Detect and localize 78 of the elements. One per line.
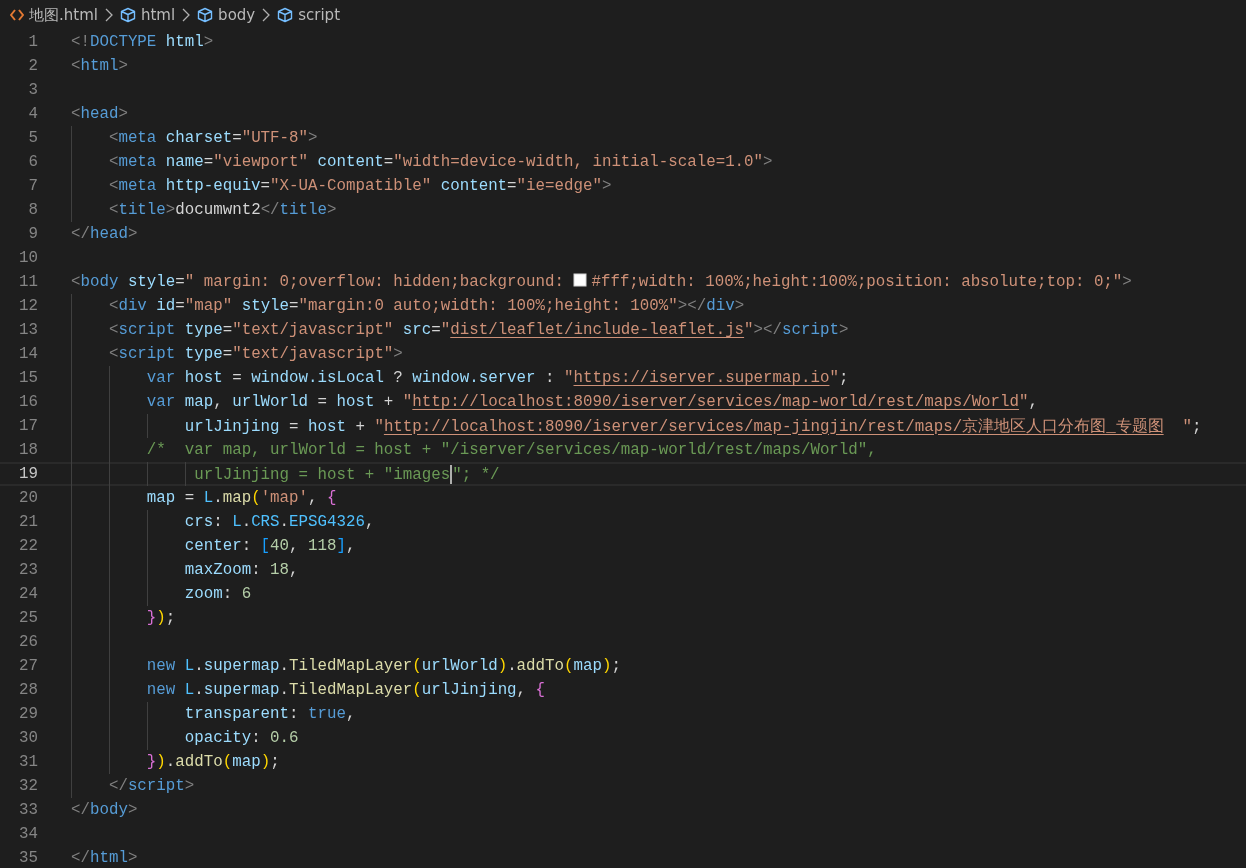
code-line: }).addTo(map); — [145, 753, 280, 771]
code-line: </html> — [71, 849, 138, 867]
code-line: <html> — [71, 57, 128, 75]
cube-icon — [119, 7, 136, 23]
line-number: 34 — [18, 825, 38, 843]
code-brackets-icon — [10, 9, 24, 21]
line-number: 2 — [27, 57, 38, 75]
cube-icon — [277, 7, 294, 23]
code-line: zoom: 6 — [183, 585, 252, 603]
breadcrumb-item[interactable]: html — [119, 6, 176, 24]
code-line: <div id="map" style="margin:0 auto;width: 100%;height: 100%"></div> — [107, 297, 745, 315]
code-line: maxZoom: 18, — [183, 561, 299, 579]
line-number: 22 — [18, 537, 38, 555]
line-number: 6 — [27, 153, 38, 171]
code-line: }); — [145, 609, 176, 627]
line-number: 13 — [18, 321, 38, 339]
line-number: 17 — [18, 417, 38, 435]
chevron-right-icon — [182, 8, 191, 22]
code-line: <head> — [71, 105, 128, 123]
line-number: 20 — [18, 489, 38, 507]
breadcrumb-item[interactable]: script — [277, 6, 341, 24]
code-line: urlJinjing = host + "images"; */ — [193, 464, 500, 484]
chevron-right-icon — [262, 8, 271, 22]
code-line: <meta name="viewport" content="width=device-width, initial-scale=1.0"> — [107, 153, 773, 171]
line-number: 16 — [18, 393, 38, 411]
line-number: 21 — [18, 513, 38, 531]
line-number: 4 — [27, 105, 38, 123]
line-number: 31 — [18, 753, 38, 771]
code-line: new L.supermap.TiledMapLayer(urlJinjing, { — [145, 681, 546, 699]
code-line: <script type="text/javascript"> — [107, 345, 403, 363]
line-number: 14 — [18, 345, 38, 363]
code-line: <body style=" margin: 0;overflow: hidden;background: #fff;width: 100%;height:100%;position: absolute;top: 0;"> — [71, 273, 1132, 291]
line-number: 24 — [18, 585, 38, 603]
code-line: </body> — [71, 801, 138, 819]
code-line: <title>documwnt2</title> — [107, 201, 337, 219]
cube-icon — [197, 7, 214, 23]
line-number: 29 — [18, 705, 38, 723]
line-number: 26 — [18, 633, 38, 651]
line-number: 5 — [27, 129, 38, 147]
code-line: map = L.map('map', { — [145, 489, 337, 507]
code-line: <!DOCTYPE html> — [71, 33, 214, 51]
line-number: 15 — [18, 369, 38, 387]
line-number: 12 — [18, 297, 38, 315]
code-line: var host = window.isLocal ? window.server : "https://iserver.supermap.io"; — [145, 369, 849, 387]
code-line: <script type="text/javascript" src="dist/leaflet/include-leaflet.js"></script> — [107, 321, 849, 339]
color-swatch-icon — [573, 273, 588, 287]
code-line: new L.supermap.TiledMapLayer(urlWorld).addTo(map); — [145, 657, 621, 675]
line-number: 18 — [18, 441, 38, 459]
line-number: 32 — [18, 777, 38, 795]
code-line: </head> — [71, 225, 138, 243]
code-line: transparent: true, — [183, 705, 356, 723]
code-line: urlJinjing = host + "http://localhost:8090/iserver/services/map-jingjin/rest/maps/京津地区人口分布图_专题图 "; — [183, 416, 1202, 437]
code-line: </script> — [107, 777, 195, 795]
breadcrumb-item[interactable]: 地图.html — [10, 5, 98, 25]
code-line: <meta http-equiv="X-UA-Compatible" content="ie=edge"> — [107, 177, 612, 195]
code-line: var map, urlWorld = host + "http://localhost:8090/iserver/services/map-world/rest/maps/World", — [145, 393, 1038, 411]
line-number: 27 — [18, 657, 38, 675]
code-line: center: [40, 118], — [183, 537, 356, 555]
line-number: 10 — [18, 249, 38, 267]
breadcrumb-item[interactable]: body — [197, 6, 256, 24]
chevron-right-icon — [104, 8, 113, 22]
line-number: 9 — [27, 225, 38, 243]
code-line: <meta charset="UTF-8"> — [107, 129, 318, 147]
line-number: 19 — [18, 465, 38, 483]
line-number: 1 — [27, 33, 38, 51]
line-number: 30 — [18, 729, 38, 747]
code-line: /* var map, urlWorld = host + "/iserver/services/map-world/rest/maps/World", — [145, 441, 877, 459]
code-line: opacity: 0.6 — [183, 729, 299, 747]
line-number: 23 — [18, 561, 38, 579]
code-line: crs: L.CRS.EPSG4326, — [183, 513, 375, 531]
line-number: 28 — [18, 681, 38, 699]
line-number: 3 — [27, 81, 38, 99]
line-number: 8 — [27, 201, 38, 219]
line-number: 11 — [18, 273, 38, 291]
line-number: 35 — [18, 849, 38, 867]
line-number: 33 — [18, 801, 38, 819]
line-number: 25 — [18, 609, 38, 627]
line-number: 7 — [27, 177, 38, 195]
